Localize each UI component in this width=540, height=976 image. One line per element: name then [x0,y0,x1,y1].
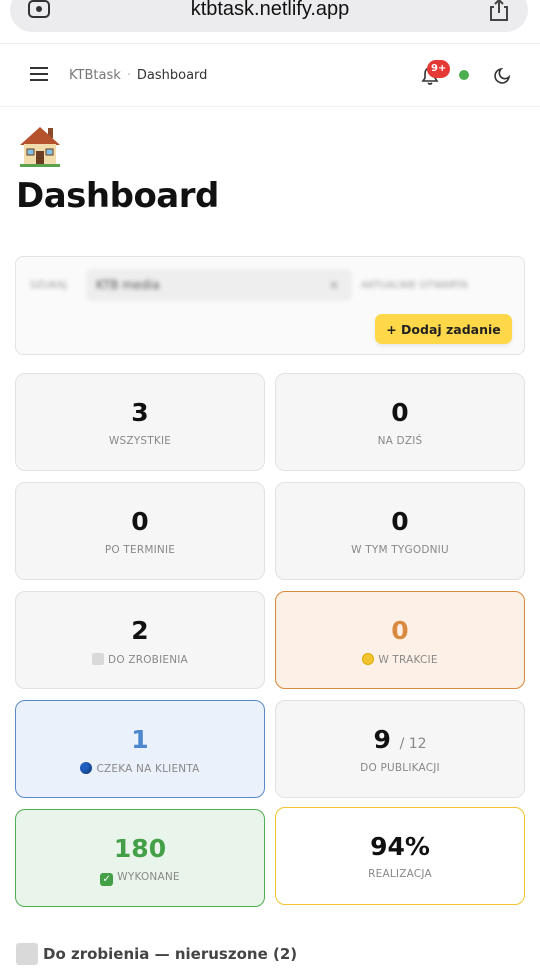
stat-value: 1 [131,725,149,754]
stat-value: 0 [391,507,409,536]
hamburger-menu-icon[interactable] [30,66,48,82]
page-title: Dashboard [16,176,219,216]
stat-card-done[interactable]: 180 ✓ WYKONANE [15,809,265,907]
stat-label-row: ✓ WYKONANE [16,871,264,886]
breadcrumb-current: Dashboard [136,68,208,83]
todo-untouched-section-header[interactable]: Do zrobienia — nieruszone (2) [16,943,297,965]
blue-circle-icon [80,762,93,774]
stat-card-to-publish[interactable]: 9 / 12 DO PUBLIKACJI [275,700,525,798]
search-label: SZUKAJ [30,280,67,291]
stat-label: WSZYSTKIE [108,435,172,447]
breadcrumb-brand[interactable]: KTBtask [69,68,121,83]
gray-square-icon [16,943,38,965]
stat-label: DO PUBLIKACJI [360,762,440,774]
stat-value: 0 [391,616,409,645]
stat-label: WYKONANE [117,871,180,883]
stat-label-row: W TRAKCIE [276,653,524,666]
stat-value-total: / 12 [399,736,427,752]
share-icon[interactable] [488,0,510,22]
stat-label: CZEKA NA KLIENTA [96,763,200,775]
breadcrumb-separator: · [126,68,131,83]
stat-label: REALIZACJA [368,868,432,880]
stat-value-row: 9 / 12 [276,725,524,754]
notification-badge: 9+ [427,60,451,78]
stat-value: 0 [391,398,409,427]
breadcrumb: KTBtask · Dashboard [69,68,207,83]
clear-icon[interactable]: × [329,278,339,292]
stat-label: W TRAKCIE [378,654,438,666]
filter-card: SZUKAJ KTB media × AKTUALNIE OTWARTA + D… [15,256,525,355]
stat-value: 9 [373,725,391,754]
stat-card-completion-rate[interactable]: 94% REALIZACJA [275,807,525,905]
search-input-value: KTB media [96,278,160,292]
stat-card-this-week[interactable]: 0 W TYM TYGODNIU [275,482,525,580]
stat-label-row: DO ZROBIENIA [16,653,264,666]
stat-card-todo[interactable]: 2 DO ZROBIENIA [15,591,265,689]
moon-icon[interactable] [494,66,512,84]
stat-value: 94% [370,832,430,861]
stat-card-today[interactable]: 0 NA DZIŚ [275,373,525,471]
stat-label: NA DZIŚ [377,435,423,447]
stat-value: 2 [131,616,149,645]
stat-card-waiting-client[interactable]: 1 CZEKA NA KLIENTA [15,700,265,798]
app-header: KTBtask · Dashboard 9+ [0,44,540,107]
stat-label: DO ZROBIENIA [108,654,188,666]
stat-card-overdue[interactable]: 0 PO TERMINIE [15,482,265,580]
yellow-circle-icon [362,653,375,665]
stat-card-in-progress[interactable]: 0 W TRAKCIE [275,591,525,689]
stat-value: 3 [131,398,149,427]
online-status-dot [459,70,469,80]
stat-value: 180 [113,834,167,863]
check-icon: ✓ [100,873,114,886]
stat-label: PO TERMINIE [104,544,176,556]
house-icon [20,127,60,167]
add-task-button[interactable]: + Dodaj zadanie [375,314,512,344]
browser-url-bar: ktbtask.netlify.app [0,0,540,44]
stat-value: 0 [131,507,149,536]
stat-label: W TYM TYGODNIU [351,544,449,556]
gray-square-icon [92,653,105,665]
open-filter-label: AKTUALNIE OTWARTA [361,280,468,291]
stat-card-all[interactable]: 3 WSZYSTKIE [15,373,265,471]
section-title: Do zrobienia — nieruszone (2) [43,945,298,963]
url-text[interactable]: ktbtask.netlify.app [0,0,540,21]
stat-label-row: CZEKA NA KLIENTA [16,762,264,775]
